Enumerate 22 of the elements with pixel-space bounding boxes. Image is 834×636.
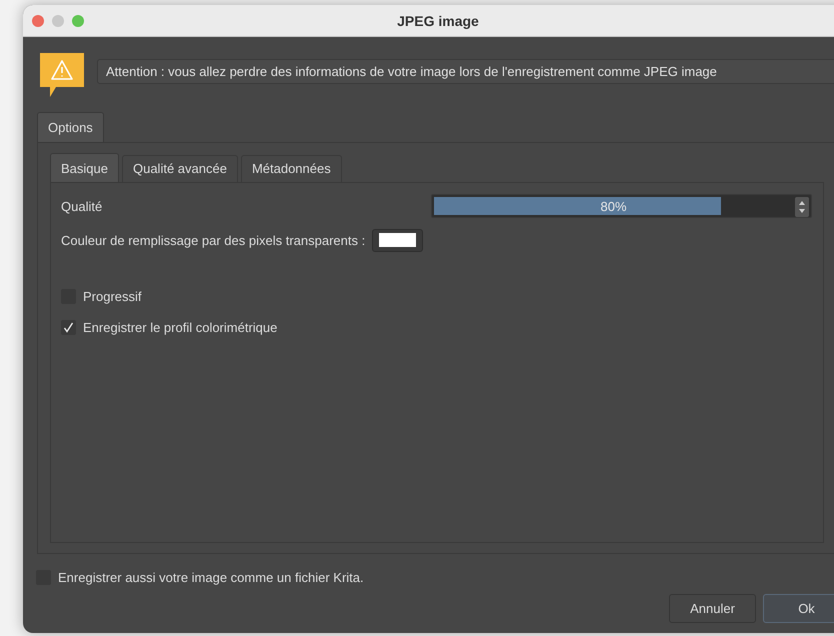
checkbox[interactable]: Progressif — [61, 283, 142, 309]
cancel-button[interactable]: Annuler — [669, 594, 756, 623]
minimize-button[interactable] — [52, 14, 64, 26]
quality-spinbox[interactable]: 80% — [431, 194, 812, 218]
checkbox[interactable]: Enregistrer le profil colorimétrique — [61, 314, 278, 340]
check-icon — [63, 322, 74, 332]
ok-button[interactable]: Ok — [763, 594, 834, 623]
tab[interactable]: Basique — [50, 153, 119, 182]
quality-reading: 80% — [600, 199, 627, 214]
stepper-icon[interactable] — [795, 197, 809, 217]
window-title: JPEG image — [397, 12, 479, 28]
fill-color-label: Couleur de remplissage par des pixels transparents : — [61, 232, 366, 248]
warning-icon — [40, 52, 84, 96]
tab[interactable]: Qualité avancée — [122, 155, 238, 182]
warning-message-dropdown[interactable]: Attention : vous allez perdre des informations de votre image lors de l'enregistrement comme JPEG image — [97, 59, 834, 84]
quality-label: Qualité — [61, 198, 102, 214]
close-button[interactable] — [32, 14, 44, 26]
tab[interactable]: Métadonnées — [240, 155, 342, 182]
checkbox[interactable]: Enregistrer aussi votre image comme un fichier Krita. — [36, 564, 364, 590]
color-picker-button[interactable] — [372, 228, 424, 252]
tab[interactable]: Options — [37, 112, 104, 142]
zoom-button[interactable] — [72, 14, 84, 26]
